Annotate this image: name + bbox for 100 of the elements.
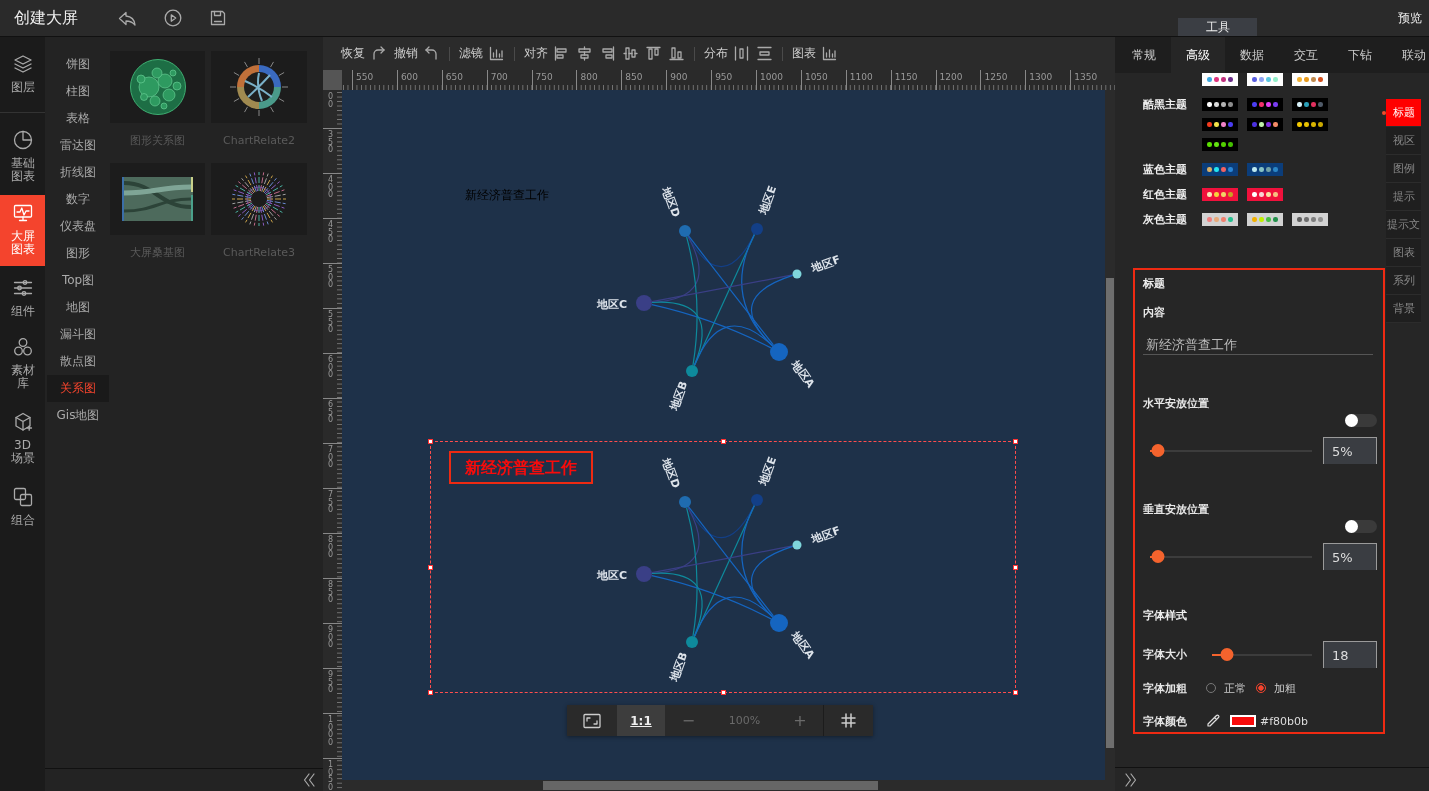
chart-thumbnail[interactable] bbox=[110, 163, 205, 235]
chart-thumbnail[interactable] bbox=[110, 51, 205, 123]
category-item[interactable]: Gis地图 bbox=[47, 402, 109, 429]
side-tab[interactable]: 系列 bbox=[1386, 267, 1421, 295]
radio-option[interactable]: 加粗 bbox=[1256, 680, 1296, 696]
actual-size-button[interactable]: 1:1 bbox=[617, 705, 665, 736]
theme-swatch[interactable] bbox=[1292, 118, 1328, 131]
category-item[interactable]: 表格 bbox=[47, 105, 109, 132]
category-item[interactable]: 关系图 bbox=[47, 375, 109, 402]
resize-handle[interactable] bbox=[721, 690, 726, 695]
horizontal-scrollbar[interactable] bbox=[342, 780, 1115, 791]
chart-thumbnail[interactable] bbox=[211, 163, 307, 235]
preview-button[interactable]: 预览 bbox=[1391, 9, 1429, 27]
play-button[interactable] bbox=[164, 9, 182, 27]
nav-item[interactable]: 素材库 bbox=[0, 329, 45, 399]
resize-handle[interactable] bbox=[1013, 565, 1018, 570]
panel-tab[interactable]: 常规 bbox=[1117, 37, 1171, 73]
theme-swatch[interactable] bbox=[1247, 188, 1283, 201]
tools-tab[interactable]: 工具 bbox=[1178, 18, 1257, 36]
distribute-horizontal-button[interactable] bbox=[734, 46, 749, 61]
slider-thumb[interactable] bbox=[1151, 550, 1165, 563]
nav-item[interactable]: 基础图表 bbox=[0, 114, 45, 192]
theme-swatch[interactable] bbox=[1202, 138, 1238, 151]
redo-button[interactable] bbox=[371, 46, 386, 61]
number-field[interactable]: 5% bbox=[1323, 437, 1377, 464]
category-item[interactable]: 数字 bbox=[47, 186, 109, 213]
align-top-button[interactable] bbox=[646, 46, 661, 61]
theme-swatch[interactable] bbox=[1247, 118, 1283, 131]
relation-chart[interactable]: 地区D 地区E 地区F 地区C 地区A 地区B 新经济普查工作 bbox=[430, 441, 1016, 693]
resize-handle[interactable] bbox=[428, 565, 433, 570]
side-tab[interactable]: 提示文 bbox=[1386, 211, 1421, 239]
nav-item[interactable]: 组合 bbox=[0, 474, 45, 534]
radio-option[interactable]: 正常 bbox=[1206, 680, 1246, 696]
align-left-button[interactable] bbox=[554, 46, 569, 61]
chart-thumbnail[interactable] bbox=[211, 51, 307, 123]
chart-button[interactable] bbox=[822, 46, 837, 61]
align-center-button[interactable] bbox=[577, 46, 592, 61]
category-item[interactable]: 雷达图 bbox=[47, 132, 109, 159]
align-right-button[interactable] bbox=[600, 46, 615, 61]
category-item[interactable]: 折线图 bbox=[47, 159, 109, 186]
side-tab[interactable]: 背景 bbox=[1386, 295, 1421, 323]
back-button[interactable] bbox=[118, 9, 137, 27]
collapse-button[interactable] bbox=[303, 773, 315, 787]
theme-swatch[interactable] bbox=[1202, 73, 1238, 86]
category-item[interactable]: 散点图 bbox=[47, 348, 109, 375]
panel-tab[interactable]: 联动 bbox=[1387, 37, 1429, 73]
category-item[interactable]: 柱图 bbox=[47, 78, 109, 105]
align-middle-button[interactable] bbox=[623, 46, 638, 61]
vertical-scrollbar[interactable] bbox=[1105, 90, 1115, 780]
theme-swatch[interactable] bbox=[1292, 98, 1328, 111]
nav-item[interactable]: 大屏图表 bbox=[0, 195, 45, 266]
eyedropper-button[interactable] bbox=[1206, 714, 1220, 728]
theme-swatch[interactable] bbox=[1202, 163, 1238, 176]
scrollbar-thumb[interactable] bbox=[1106, 278, 1114, 748]
category-item[interactable]: 图形 bbox=[47, 240, 109, 267]
slider-thumb[interactable] bbox=[1220, 648, 1234, 661]
nav-item[interactable]: 3D场景 bbox=[0, 399, 45, 474]
color-swatch-icon[interactable] bbox=[1230, 715, 1256, 727]
theme-swatch[interactable] bbox=[1292, 213, 1328, 226]
theme-swatch[interactable] bbox=[1247, 98, 1283, 111]
toggle-switch[interactable] bbox=[1345, 414, 1377, 427]
save-button[interactable] bbox=[209, 9, 227, 27]
side-tab[interactable]: 图例 bbox=[1386, 155, 1421, 183]
theme-swatch[interactable] bbox=[1247, 73, 1283, 86]
theme-swatch[interactable] bbox=[1292, 73, 1328, 86]
nav-item[interactable]: 组件 bbox=[0, 269, 45, 329]
theme-swatch[interactable] bbox=[1202, 118, 1238, 131]
align-bottom-button[interactable] bbox=[669, 46, 684, 61]
theme-swatch[interactable] bbox=[1202, 213, 1238, 226]
number-field[interactable]: 5% bbox=[1323, 543, 1377, 570]
resize-handle[interactable] bbox=[1013, 439, 1018, 444]
resize-handle[interactable] bbox=[721, 439, 726, 444]
panel-tab[interactable]: 高级 bbox=[1171, 37, 1225, 73]
expand-button[interactable] bbox=[1125, 772, 1137, 787]
slider-thumb[interactable] bbox=[1151, 444, 1165, 457]
panel-tab[interactable]: 数据 bbox=[1225, 37, 1279, 73]
theme-swatch[interactable] bbox=[1202, 188, 1238, 201]
theme-swatch[interactable] bbox=[1247, 163, 1283, 176]
title-input[interactable]: 新经济普查工作 bbox=[1143, 328, 1373, 355]
category-item[interactable]: Top图 bbox=[47, 267, 109, 294]
category-item[interactable]: 仪表盘 bbox=[47, 213, 109, 240]
scrollbar-thumb[interactable] bbox=[543, 781, 878, 790]
category-item[interactable]: 地图 bbox=[47, 294, 109, 321]
side-tab[interactable]: 提示 bbox=[1386, 183, 1421, 211]
category-item[interactable]: 饼图 bbox=[47, 51, 109, 78]
panel-tab[interactable]: 交互 bbox=[1279, 37, 1333, 73]
toggle-switch[interactable] bbox=[1345, 520, 1377, 533]
undo-button[interactable] bbox=[424, 46, 439, 61]
resize-handle[interactable] bbox=[428, 690, 433, 695]
side-tab[interactable]: 图表 bbox=[1386, 239, 1421, 267]
theme-swatch[interactable] bbox=[1247, 213, 1283, 226]
theme-swatch[interactable] bbox=[1202, 98, 1238, 111]
resize-handle[interactable] bbox=[428, 439, 433, 444]
nav-item[interactable]: 图层 bbox=[0, 37, 45, 113]
resize-handle[interactable] bbox=[1013, 690, 1018, 695]
distribute-vertical-button[interactable] bbox=[757, 46, 772, 61]
relation-chart[interactable]: 地区D 地区E 地区F 地区C 地区A 地区B 新经济普查工作 bbox=[430, 170, 1016, 422]
panel-tab[interactable]: 下钻 bbox=[1333, 37, 1387, 73]
side-tab[interactable]: 视区 bbox=[1386, 127, 1421, 155]
number-field[interactable]: 18 bbox=[1323, 641, 1377, 668]
